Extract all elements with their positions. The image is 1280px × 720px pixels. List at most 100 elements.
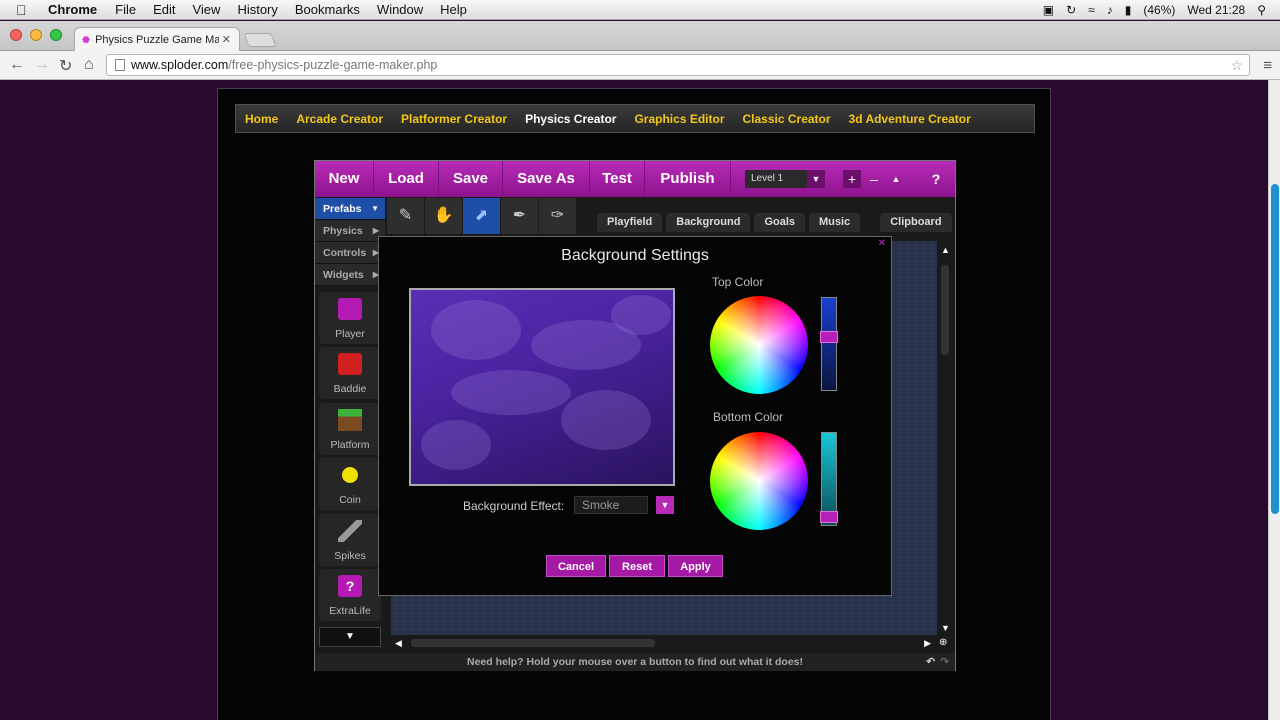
redo-icon[interactable]: ↷	[940, 653, 949, 671]
coin-icon	[342, 467, 358, 484]
tab-playfield[interactable]: Playfield	[597, 213, 663, 232]
time-machine-icon[interactable]: ↻	[1066, 3, 1076, 17]
nav-arcade-creator[interactable]: Arcade Creator	[296, 112, 383, 126]
spotlight-icon[interactable]: ⚲	[1257, 3, 1266, 17]
menu-window[interactable]: Window	[377, 2, 423, 17]
save-as-button[interactable]: Save As	[503, 161, 590, 197]
nav-platformer-creator[interactable]: Platformer Creator	[401, 112, 507, 126]
select-tool-icon[interactable]: ⬈	[463, 198, 501, 234]
remove-level-icon[interactable]: –	[865, 170, 883, 188]
nav-physics-creator[interactable]: Physics Creator	[525, 112, 616, 126]
background-effect-select[interactable]: Smoke	[574, 496, 648, 514]
top-color-slider[interactable]	[820, 297, 838, 391]
tab-clipboard[interactable]: Clipboard	[880, 213, 952, 232]
scroll-up-icon[interactable]: ▲	[941, 245, 950, 255]
smoke-blob	[611, 295, 671, 335]
close-icon[interactable]: ✕	[878, 238, 886, 249]
top-color-wheel[interactable]	[710, 296, 808, 394]
canvas-vertical-scrollbar[interactable]: ▲ ▼	[937, 241, 953, 637]
brush-tool-icon[interactable]: ✒	[501, 198, 539, 234]
tab-controls[interactable]: Controls ▶	[315, 242, 385, 264]
add-level-icon[interactable]: +	[843, 170, 861, 188]
page-scrollbar-thumb[interactable]	[1271, 184, 1279, 514]
scroll-right-icon[interactable]: ▶	[924, 638, 931, 649]
tab-prefabs[interactable]: Prefabs ▼	[315, 198, 385, 220]
menu-view[interactable]: View	[192, 2, 220, 17]
nav-3d-adventure-creator[interactable]: 3d Adventure Creator	[849, 112, 971, 126]
scroll-left-icon[interactable]: ◀	[395, 638, 402, 649]
undo-icon[interactable]: ↶	[926, 653, 935, 671]
reset-button[interactable]: Reset	[609, 555, 665, 577]
close-tab-icon[interactable]: ✕	[222, 33, 231, 46]
forward-arrow-icon[interactable]: →	[34, 56, 50, 74]
prefab-coin[interactable]: Coin	[319, 458, 381, 511]
back-arrow-icon[interactable]: ←	[9, 56, 25, 74]
save-button[interactable]: Save	[439, 161, 503, 197]
chrome-menu-icon[interactable]: ≡	[1263, 57, 1272, 74]
tab-widgets[interactable]: Widgets ▶	[315, 264, 385, 286]
prefab-platform[interactable]: Platform	[319, 402, 381, 455]
scroll-down-icon[interactable]: ▼	[941, 623, 950, 633]
tab-physics[interactable]: Physics ▶	[315, 220, 385, 242]
eyedropper-tool-icon[interactable]: ✑	[539, 198, 577, 234]
volume-icon[interactable]: ♪	[1107, 3, 1113, 17]
browser-toolbar: ← → ↻ ⌂ www.sploder.com/free-physics-puz…	[0, 51, 1280, 80]
tab-prefabs-label: Prefabs	[323, 203, 362, 215]
canvas-vertical-thumb[interactable]	[941, 265, 949, 355]
menu-app[interactable]: Chrome	[48, 2, 97, 17]
menu-help[interactable]: Help	[440, 2, 467, 17]
bookmark-star-icon[interactable]: ☆	[1230, 55, 1243, 75]
menu-history[interactable]: History	[237, 2, 277, 17]
reload-icon[interactable]: ↻	[59, 56, 72, 76]
background-effect-label: Background Effect:	[463, 499, 565, 513]
level-select[interactable]: Level 1	[745, 170, 807, 188]
load-button[interactable]: Load	[374, 161, 439, 197]
tab-goals[interactable]: Goals	[754, 213, 806, 232]
level-dropdown-icon[interactable]: ▼	[807, 170, 825, 188]
test-button[interactable]: Test	[590, 161, 645, 197]
clock[interactable]: Wed 21:28	[1187, 3, 1245, 17]
menu-bookmarks[interactable]: Bookmarks	[295, 2, 360, 17]
tab-music[interactable]: Music	[809, 213, 861, 232]
bottom-color-slider[interactable]	[820, 432, 838, 526]
hand-tool-icon[interactable]: ✋	[425, 198, 463, 234]
canvas-horizontal-thumb[interactable]	[411, 639, 655, 647]
tab-background[interactable]: Background	[666, 213, 751, 232]
cancel-button[interactable]: Cancel	[546, 555, 606, 577]
battery-icon[interactable]: ▮	[1125, 3, 1132, 17]
browser-tab[interactable]: ✹ Physics Puzzle Game Mak ✕	[74, 27, 240, 52]
minimize-window-icon[interactable]	[30, 29, 42, 41]
help-button[interactable]: ?	[927, 170, 945, 188]
camera-icon[interactable]: ▣	[1043, 3, 1054, 17]
prefab-spikes[interactable]: Spikes	[319, 513, 381, 566]
menu-edit[interactable]: Edit	[153, 2, 175, 17]
zoom-icon[interactable]: ⊕	[939, 637, 947, 648]
pencil-tool-icon[interactable]: ✎	[387, 198, 425, 234]
nav-home[interactable]: Home	[245, 112, 278, 126]
palette-scroll-down-icon[interactable]: ▼	[319, 627, 381, 647]
apply-button[interactable]: Apply	[668, 555, 723, 577]
bottom-color-slider-knob[interactable]	[820, 511, 838, 523]
tab-widgets-label: Widgets	[323, 269, 364, 281]
publish-button[interactable]: Publish	[645, 161, 731, 197]
prefab-baddie[interactable]: Baddie	[319, 347, 381, 400]
new-tab-button[interactable]	[243, 33, 277, 47]
bottom-color-wheel[interactable]	[710, 432, 808, 530]
top-color-slider-knob[interactable]	[820, 331, 838, 343]
page-scrollbar[interactable]	[1268, 80, 1280, 720]
prefab-extralife[interactable]: ? ExtraLife	[319, 568, 381, 621]
menu-file[interactable]: File	[115, 2, 136, 17]
close-window-icon[interactable]	[10, 29, 22, 41]
address-bar[interactable]: www.sploder.com/free-physics-puzzle-game…	[106, 54, 1250, 76]
prefab-player[interactable]: Player	[319, 292, 381, 344]
new-button[interactable]: New	[315, 161, 374, 197]
effect-dropdown-icon[interactable]: ▼	[656, 496, 674, 514]
canvas-horizontal-scrollbar[interactable]: ◀ ▶	[391, 635, 937, 651]
nav-classic-creator[interactable]: Classic Creator	[743, 112, 831, 126]
wifi-icon[interactable]: ≈	[1088, 3, 1095, 17]
home-icon[interactable]: ⌂	[84, 56, 94, 74]
zoom-window-icon[interactable]	[50, 29, 62, 41]
nav-graphics-editor[interactable]: Graphics Editor	[634, 112, 724, 126]
level-up-icon[interactable]: ▲	[887, 170, 905, 188]
apple-icon[interactable]: 	[16, 2, 36, 18]
